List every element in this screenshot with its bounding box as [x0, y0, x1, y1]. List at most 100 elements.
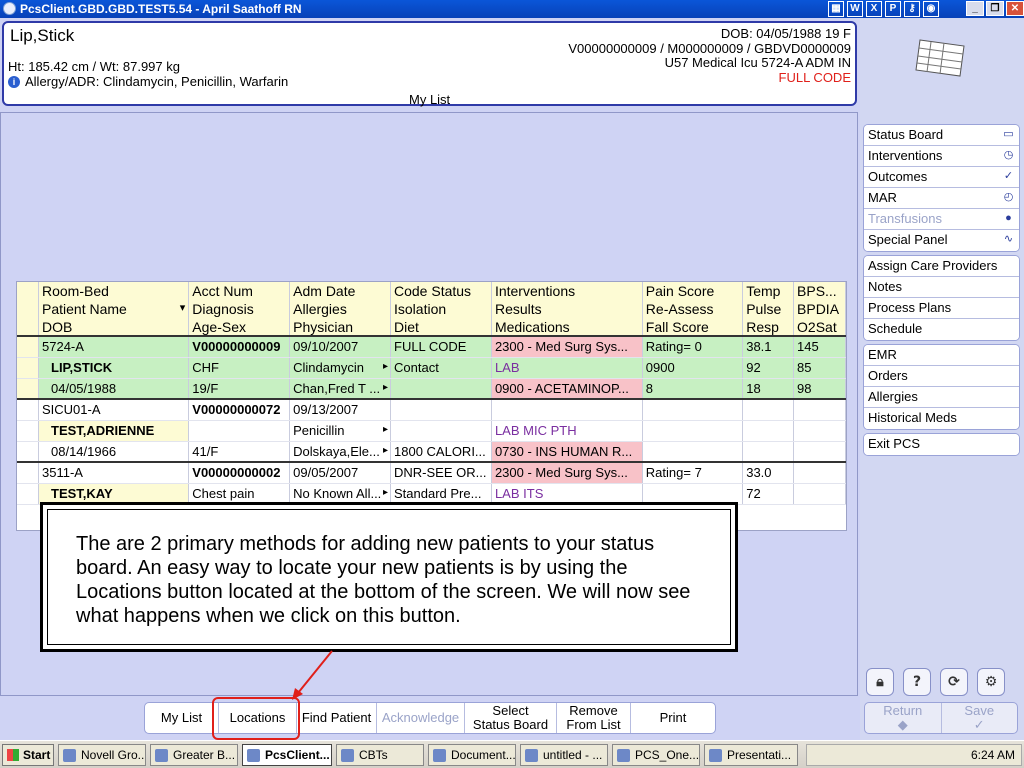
table-cell[interactable]: No Known All... — [289, 483, 391, 505]
table-cell[interactable]: 0900 - ACETAMINOP... — [491, 378, 643, 400]
table-cell[interactable]: SICU01-A — [38, 398, 190, 421]
nav-schedule[interactable]: Schedule — [864, 319, 1019, 340]
return-button[interactable]: Return ◆ — [865, 703, 942, 733]
table-row[interactable]: 08/14/196641/FDolskaya,Ele...1800 CALORI… — [17, 441, 846, 463]
column-header[interactable]: BPS... — [793, 282, 846, 300]
column-header[interactable]: Room-Bed — [38, 282, 190, 300]
table-cell[interactable]: 3511-A — [38, 461, 190, 484]
table-cell[interactable]: 0900 — [642, 357, 744, 379]
table-cell[interactable]: 09/13/2007 — [289, 398, 391, 421]
table-cell[interactable]: CHF — [188, 357, 291, 379]
column-header[interactable]: Isolation — [390, 300, 492, 318]
table-cell[interactable]: 145 — [793, 336, 846, 358]
table-cell[interactable]: Penicillin — [289, 420, 391, 442]
save-button[interactable]: Save ✓ — [942, 703, 1018, 733]
table-row[interactable]: 04/05/198819/FChan,Fred T ... 0900 - ACET… — [17, 378, 846, 400]
minimize-icon[interactable]: _ — [966, 1, 984, 16]
table-cell[interactable]: Dolskaya,Ele... — [289, 441, 391, 463]
key-icon[interactable]: ⚷ — [904, 1, 920, 17]
table-cell[interactable]: 2300 - Med Surg Sys... — [491, 336, 643, 358]
my-list-button[interactable]: My List — [145, 703, 219, 733]
table-cell[interactable] — [188, 420, 291, 442]
task-greater[interactable]: Greater B... — [150, 744, 238, 766]
table-cell[interactable]: Chest pain — [188, 483, 291, 505]
nav-emr[interactable]: EMR — [864, 345, 1019, 366]
table-row[interactable]: 5724-A V00000000009 09/10/2007 FULL CODE 230… — [17, 336, 846, 358]
column-header[interactable]: Diagnosis — [188, 300, 291, 318]
table-cell[interactable]: TEST,KAY — [38, 483, 190, 505]
table-cell[interactable] — [642, 398, 744, 421]
table-row[interactable]: LIP,STICKCHFClindamycinContactLAB0900928… — [17, 357, 846, 379]
table-cell[interactable]: 72 — [742, 483, 795, 505]
print-button[interactable]: Print — [631, 703, 715, 733]
nav-transfusions[interactable]: Transfusions ● — [864, 209, 1019, 230]
table-cell[interactable]: Contact — [390, 357, 492, 379]
table-cell[interactable]: LAB ITS — [491, 483, 643, 505]
nav-exit-pcs[interactable]: Exit PCS — [864, 434, 1019, 455]
table-cell[interactable]: Clindamycin — [289, 357, 391, 379]
table-row[interactable]: TEST,KAYChest painNo Known All...Standar… — [17, 483, 846, 505]
table-cell[interactable]: 38.1 — [742, 336, 795, 358]
table-cell[interactable]: FULL CODE — [390, 336, 492, 358]
table-row[interactable]: TEST,ADRIENNE Penicillin LAB MIC PTH — [17, 420, 846, 442]
table-cell[interactable]: V00000000072 — [188, 398, 291, 421]
column-header[interactable]: Re-Assess — [642, 300, 744, 318]
table-cell[interactable]: 92 — [742, 357, 795, 379]
table-cell[interactable]: LIP,STICK — [38, 357, 190, 379]
powerpoint-icon[interactable]: P — [885, 1, 901, 17]
column-header[interactable]: BPDIA — [793, 300, 846, 318]
column-header[interactable]: Pulse — [742, 300, 795, 318]
task-presentation[interactable]: Presentati... — [704, 744, 798, 766]
table-cell[interactable]: 2300 - Med Surg Sys... — [491, 461, 643, 484]
table-cell[interactable] — [742, 398, 795, 421]
nav-historical-meds[interactable]: Historical Meds — [864, 408, 1019, 429]
task-novell[interactable]: Novell Gro... — [58, 744, 146, 766]
table-cell[interactable]: LAB MIC PTH — [491, 420, 643, 442]
column-header[interactable]: Patient Name ▾ — [38, 300, 190, 318]
table-cell[interactable]: 08/14/1966 — [38, 441, 190, 463]
table-row[interactable]: SICU01-A V00000000072 09/13/2007 — [17, 398, 846, 421]
table-cell[interactable] — [642, 441, 744, 463]
table-cell[interactable] — [793, 461, 846, 484]
refresh-icon[interactable]: ⟳ — [940, 668, 968, 696]
table-cell[interactable] — [793, 420, 846, 442]
nav-notes[interactable]: Notes — [864, 277, 1019, 298]
table-cell[interactable] — [642, 420, 744, 442]
nav-interventions[interactable]: Interventions ◷ — [864, 146, 1019, 167]
table-cell[interactable] — [742, 441, 795, 463]
table-cell[interactable]: 18 — [742, 378, 795, 400]
table-cell[interactable]: 98 — [793, 378, 846, 400]
nav-special-panel[interactable]: Special Panel ∿ — [864, 230, 1019, 251]
column-header[interactable]: Resp — [742, 318, 795, 337]
remove-from-list-button[interactable]: Remove From List — [557, 703, 631, 733]
table-cell[interactable] — [742, 420, 795, 442]
settings-icon[interactable]: ⚙ — [977, 668, 1005, 696]
task-document[interactable]: Document... — [428, 744, 516, 766]
column-header[interactable]: Adm Date — [289, 282, 391, 300]
table-cell[interactable]: Chan,Fred T ... — [289, 378, 391, 400]
table-cell[interactable] — [390, 420, 492, 442]
column-header[interactable]: DOB — [38, 318, 190, 337]
table-cell[interactable]: DNR-SEE OR... — [390, 461, 492, 484]
table-cell[interactable]: TEST,ADRIENNE — [38, 420, 190, 442]
info-icon[interactable]: i — [8, 75, 20, 88]
table-cell[interactable]: 85 — [793, 357, 846, 379]
column-header[interactable]: Fall Score — [642, 318, 744, 337]
column-header[interactable]: Results — [491, 300, 643, 318]
table-cell[interactable] — [390, 398, 492, 421]
table-cell[interactable] — [642, 483, 744, 505]
column-header[interactable]: Temp — [742, 282, 795, 300]
task-pcs-one[interactable]: PCS_One... — [612, 744, 700, 766]
excel-icon[interactable]: X — [866, 1, 882, 17]
help-icon[interactable]: ? — [903, 668, 931, 696]
table-cell[interactable]: 8 — [642, 378, 744, 400]
app-shortcut-icon[interactable]: ▦ — [828, 1, 844, 17]
table-cell[interactable] — [491, 398, 643, 421]
column-header[interactable]: Physician — [289, 318, 391, 337]
column-header[interactable]: Interventions — [491, 282, 643, 300]
table-cell[interactable]: 04/05/1988 — [38, 378, 190, 400]
column-header[interactable]: O2Sat — [793, 318, 846, 337]
column-header[interactable]: Allergies — [289, 300, 391, 318]
table-row[interactable]: 3511-A V00000000002 09/05/2007 DNR-SEE OR..… — [17, 461, 846, 484]
nav-allergies[interactable]: Allergies — [864, 387, 1019, 408]
